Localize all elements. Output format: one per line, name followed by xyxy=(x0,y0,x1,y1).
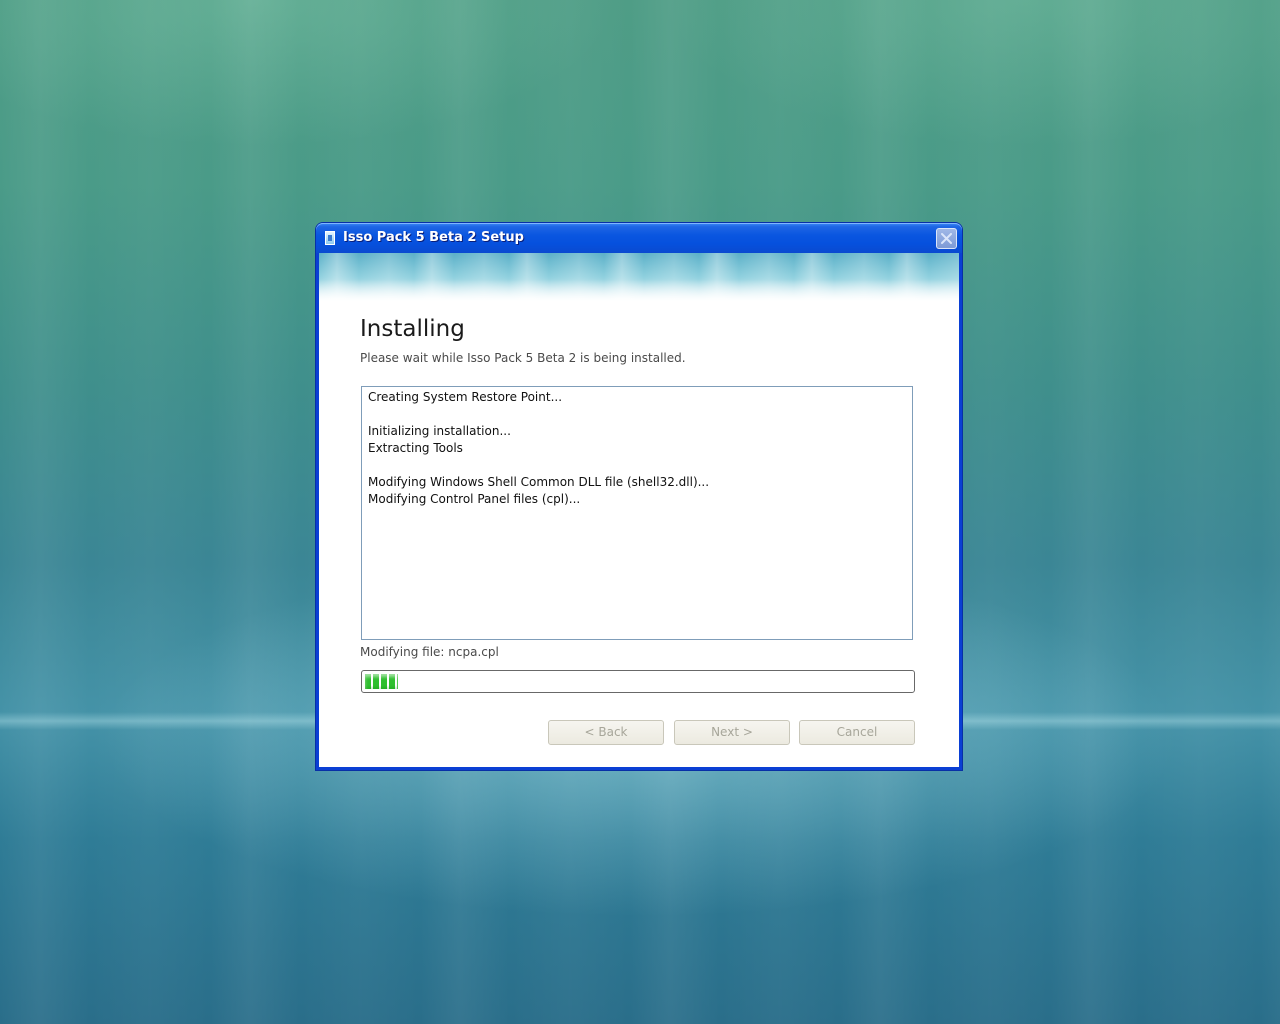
desktop-background-glow xyxy=(0,0,1280,260)
title-bar[interactable]: Isso Pack 5 Beta 2 Setup xyxy=(316,223,962,253)
back-button[interactable]: < Back xyxy=(548,720,664,745)
page-subtitle: Please wait while Isso Pack 5 Beta 2 is … xyxy=(360,351,686,365)
progress-fill xyxy=(365,674,398,689)
log-line: Modifying Windows Shell Common DLL file … xyxy=(368,475,710,489)
close-icon xyxy=(941,233,952,244)
next-button[interactable]: Next > xyxy=(674,720,790,745)
installer-icon xyxy=(325,231,335,245)
current-action-label: Modifying file: ncpa.cpl xyxy=(360,645,499,659)
log-line: Creating System Restore Point... xyxy=(368,390,563,404)
install-log[interactable]: Creating System Restore Point... Initial… xyxy=(361,386,913,640)
header-banner xyxy=(319,253,959,301)
close-button[interactable] xyxy=(936,228,957,249)
cancel-button[interactable]: Cancel xyxy=(799,720,915,745)
page-title: Installing xyxy=(360,316,465,342)
setup-window: Isso Pack 5 Beta 2 Setup Installing Plea… xyxy=(316,223,962,770)
log-line: Initializing installation... xyxy=(368,424,511,438)
log-line: Extracting Tools xyxy=(368,441,463,455)
progress-bar xyxy=(361,670,915,693)
log-line: Modifying Control Panel files (cpl)... xyxy=(368,492,581,506)
window-title: Isso Pack 5 Beta 2 Setup xyxy=(343,230,524,245)
